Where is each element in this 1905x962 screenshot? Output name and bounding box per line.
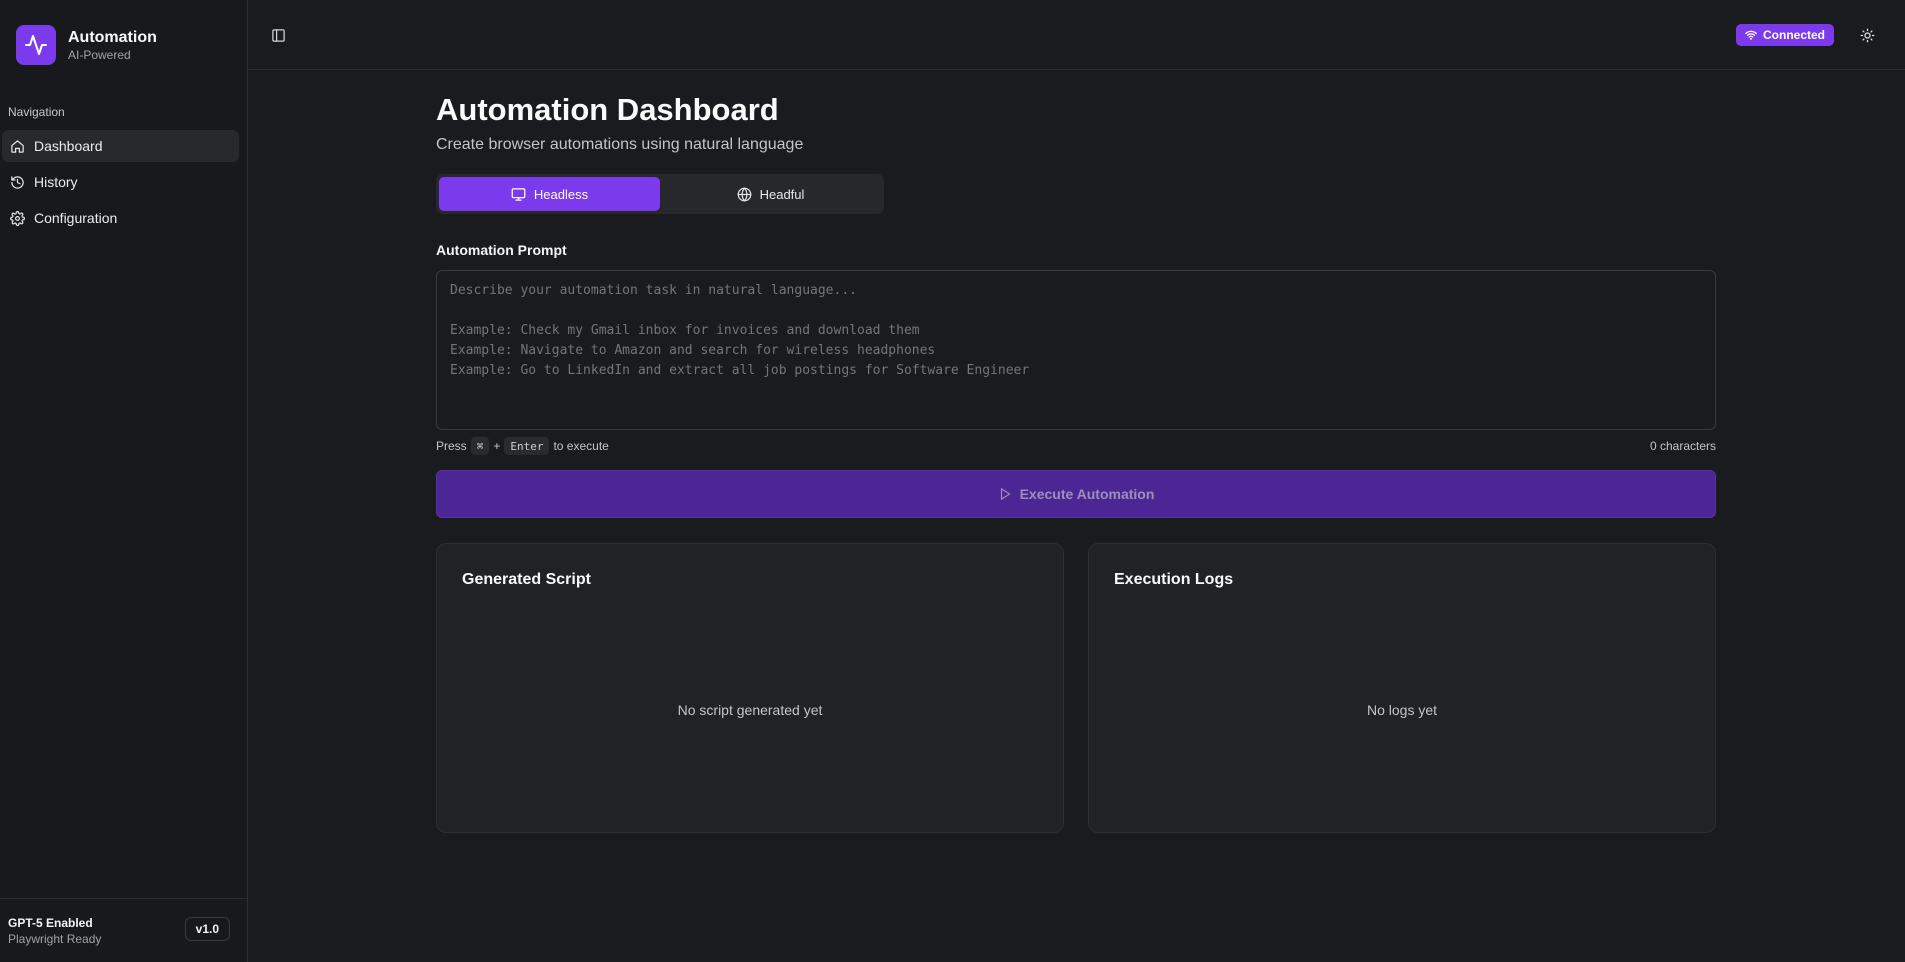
execute-label: Execute Automation [1019, 486, 1155, 502]
panel-title: Generated Script [462, 571, 591, 588]
model-status: GPT-5 Enabled [8, 916, 93, 930]
play-icon [998, 487, 1012, 501]
keyboard-hint: Press ⌘ + Enter to execute [436, 437, 609, 455]
version-badge: v1.0 [184, 917, 230, 941]
execute-automation-button[interactable]: Execute Automation [436, 470, 1716, 518]
sidebar: Automation AI-Powered Navigation Dashboa… [0, 0, 248, 962]
execution-logs-panel: Execution Logs No logs yet [1088, 543, 1716, 833]
headful-mode-button[interactable]: Headful [660, 177, 881, 211]
sidebar-item-label: Dashboard [34, 138, 103, 154]
sidebar-footer: GPT-5 Enabled Playwright Ready v1.0 [0, 898, 248, 962]
brand[interactable]: Automation AI-Powered [16, 25, 157, 65]
enter-key: Enter [504, 437, 550, 455]
brand-title: Automation [68, 28, 157, 46]
empty-state: No script generated yet [677, 702, 823, 718]
sidebar-nav: Dashboard History Configuration [0, 130, 248, 238]
hint-plus: + [493, 439, 501, 453]
status-label: Connected [1763, 28, 1826, 42]
sidebar-item-history[interactable]: History [2, 166, 239, 198]
empty-state: No logs yet [1366, 702, 1438, 718]
mode-toggle: Headless Headful [436, 174, 884, 214]
top-header: Connected [248, 0, 1905, 70]
prompt-label: Automation Prompt [436, 242, 567, 258]
mode-label: Headful [759, 186, 805, 202]
wifi-icon [1745, 29, 1757, 41]
nav-heading: Navigation [8, 105, 65, 119]
page-title: Automation Dashboard [436, 92, 779, 127]
sidebar-item-configuration[interactable]: Configuration [2, 202, 239, 234]
generated-script-panel: Generated Script No script generated yet [436, 543, 1064, 833]
history-icon [10, 174, 26, 190]
runtime-status: Playwright Ready [8, 932, 102, 946]
status-badge: Connected [1736, 24, 1835, 46]
sun-icon[interactable] [1857, 25, 1877, 45]
gear-icon [10, 210, 26, 226]
character-count: 0 characters [1649, 439, 1716, 453]
headless-mode-button[interactable]: Headless [439, 177, 660, 211]
brand-subtitle: AI-Powered [68, 47, 131, 62]
hint-suffix: to execute [553, 439, 609, 453]
sidebar-item-label: History [34, 174, 78, 190]
home-icon [10, 138, 26, 154]
sidebar-item-label: Configuration [34, 210, 118, 226]
automation-prompt-input[interactable] [436, 270, 1716, 430]
monitor-icon [511, 187, 526, 202]
activity-logo-icon [16, 25, 56, 65]
panel-title: Execution Logs [1114, 571, 1234, 588]
sidebar-toggle-icon[interactable] [268, 25, 288, 45]
command-key: ⌘ [470, 437, 490, 455]
page-subtitle: Create browser automations using natural… [436, 136, 804, 153]
globe-icon [737, 187, 752, 202]
hint-press: Press [436, 439, 467, 453]
mode-label: Headless [533, 186, 589, 202]
sidebar-item-dashboard[interactable]: Dashboard [2, 130, 239, 162]
